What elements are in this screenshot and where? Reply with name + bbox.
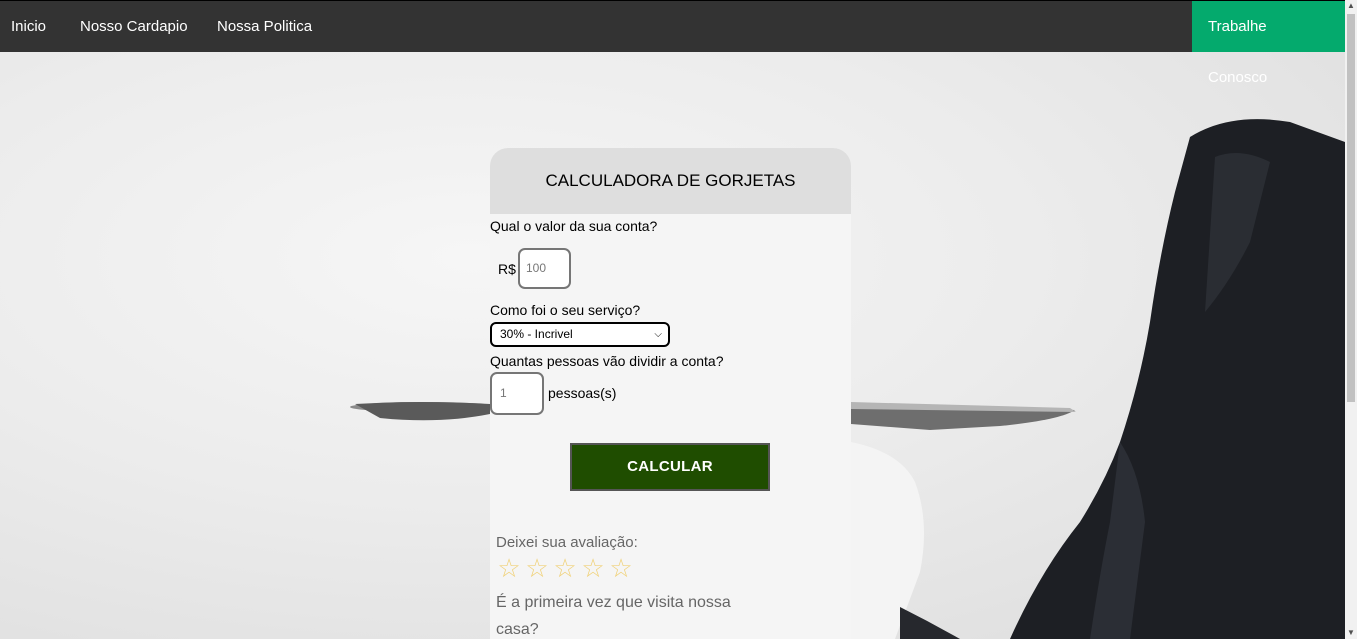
currency-symbol: R$ — [498, 261, 516, 277]
star-icon[interactable]: ☆ — [607, 555, 635, 581]
service-question-label: Como foi o seu serviço? — [490, 302, 641, 318]
first-visit-question: É a primeira vez que visita nossa casa? — [496, 594, 731, 638]
service-quality-select[interactable]: 30% - Incrivel ⌵ — [490, 322, 670, 347]
rating-label: Deixei sua avaliação: — [496, 534, 638, 551]
star-rating[interactable]: ☆ ☆ ☆ ☆ ☆ — [495, 555, 635, 581]
star-icon[interactable]: ☆ — [551, 555, 579, 581]
chevron-down-icon: ⌵ — [654, 329, 662, 340]
star-icon[interactable]: ☆ — [523, 555, 551, 581]
bill-question-label: Qual o valor da sua conta? — [490, 218, 658, 234]
service-selected-value: 30% - Incrivel — [500, 327, 573, 341]
nav-link-inicio[interactable]: Inicio — [11, 1, 46, 53]
people-suffix-label: pessoas(s) — [548, 385, 617, 401]
top-navigation: Inicio Nosso Cardapio Nossa Politica Tra… — [0, 0, 1345, 86]
page-scrollbar[interactable]: ▲ ▼ — [1345, 0, 1357, 639]
star-icon[interactable]: ☆ — [579, 555, 607, 581]
scroll-down-arrow-icon[interactable]: ▼ — [1345, 627, 1357, 639]
nav-link-politica[interactable]: Nossa Politica — [217, 1, 312, 53]
tip-calculator-card: CALCULADORA DE GORJETAS Qual o valor da … — [490, 148, 851, 639]
scroll-up-arrow-icon[interactable]: ▲ — [1345, 0, 1357, 12]
people-count-input[interactable]: 1 — [490, 372, 544, 415]
nav-link-cardapio[interactable]: Nosso Cardapio — [80, 1, 188, 53]
scrollbar-thumb[interactable] — [1347, 14, 1355, 402]
bill-amount-input[interactable]: 100 — [518, 248, 571, 289]
star-icon[interactable]: ☆ — [495, 555, 523, 581]
calculator-title: CALCULADORA DE GORJETAS — [490, 148, 851, 214]
people-question-label: Quantas pessoas vão dividir a conta? — [490, 353, 724, 369]
trabalhe-conosco-button[interactable]: Trabalhe Conosco — [1192, 1, 1345, 86]
calculate-button[interactable]: CALCULAR — [570, 443, 770, 491]
